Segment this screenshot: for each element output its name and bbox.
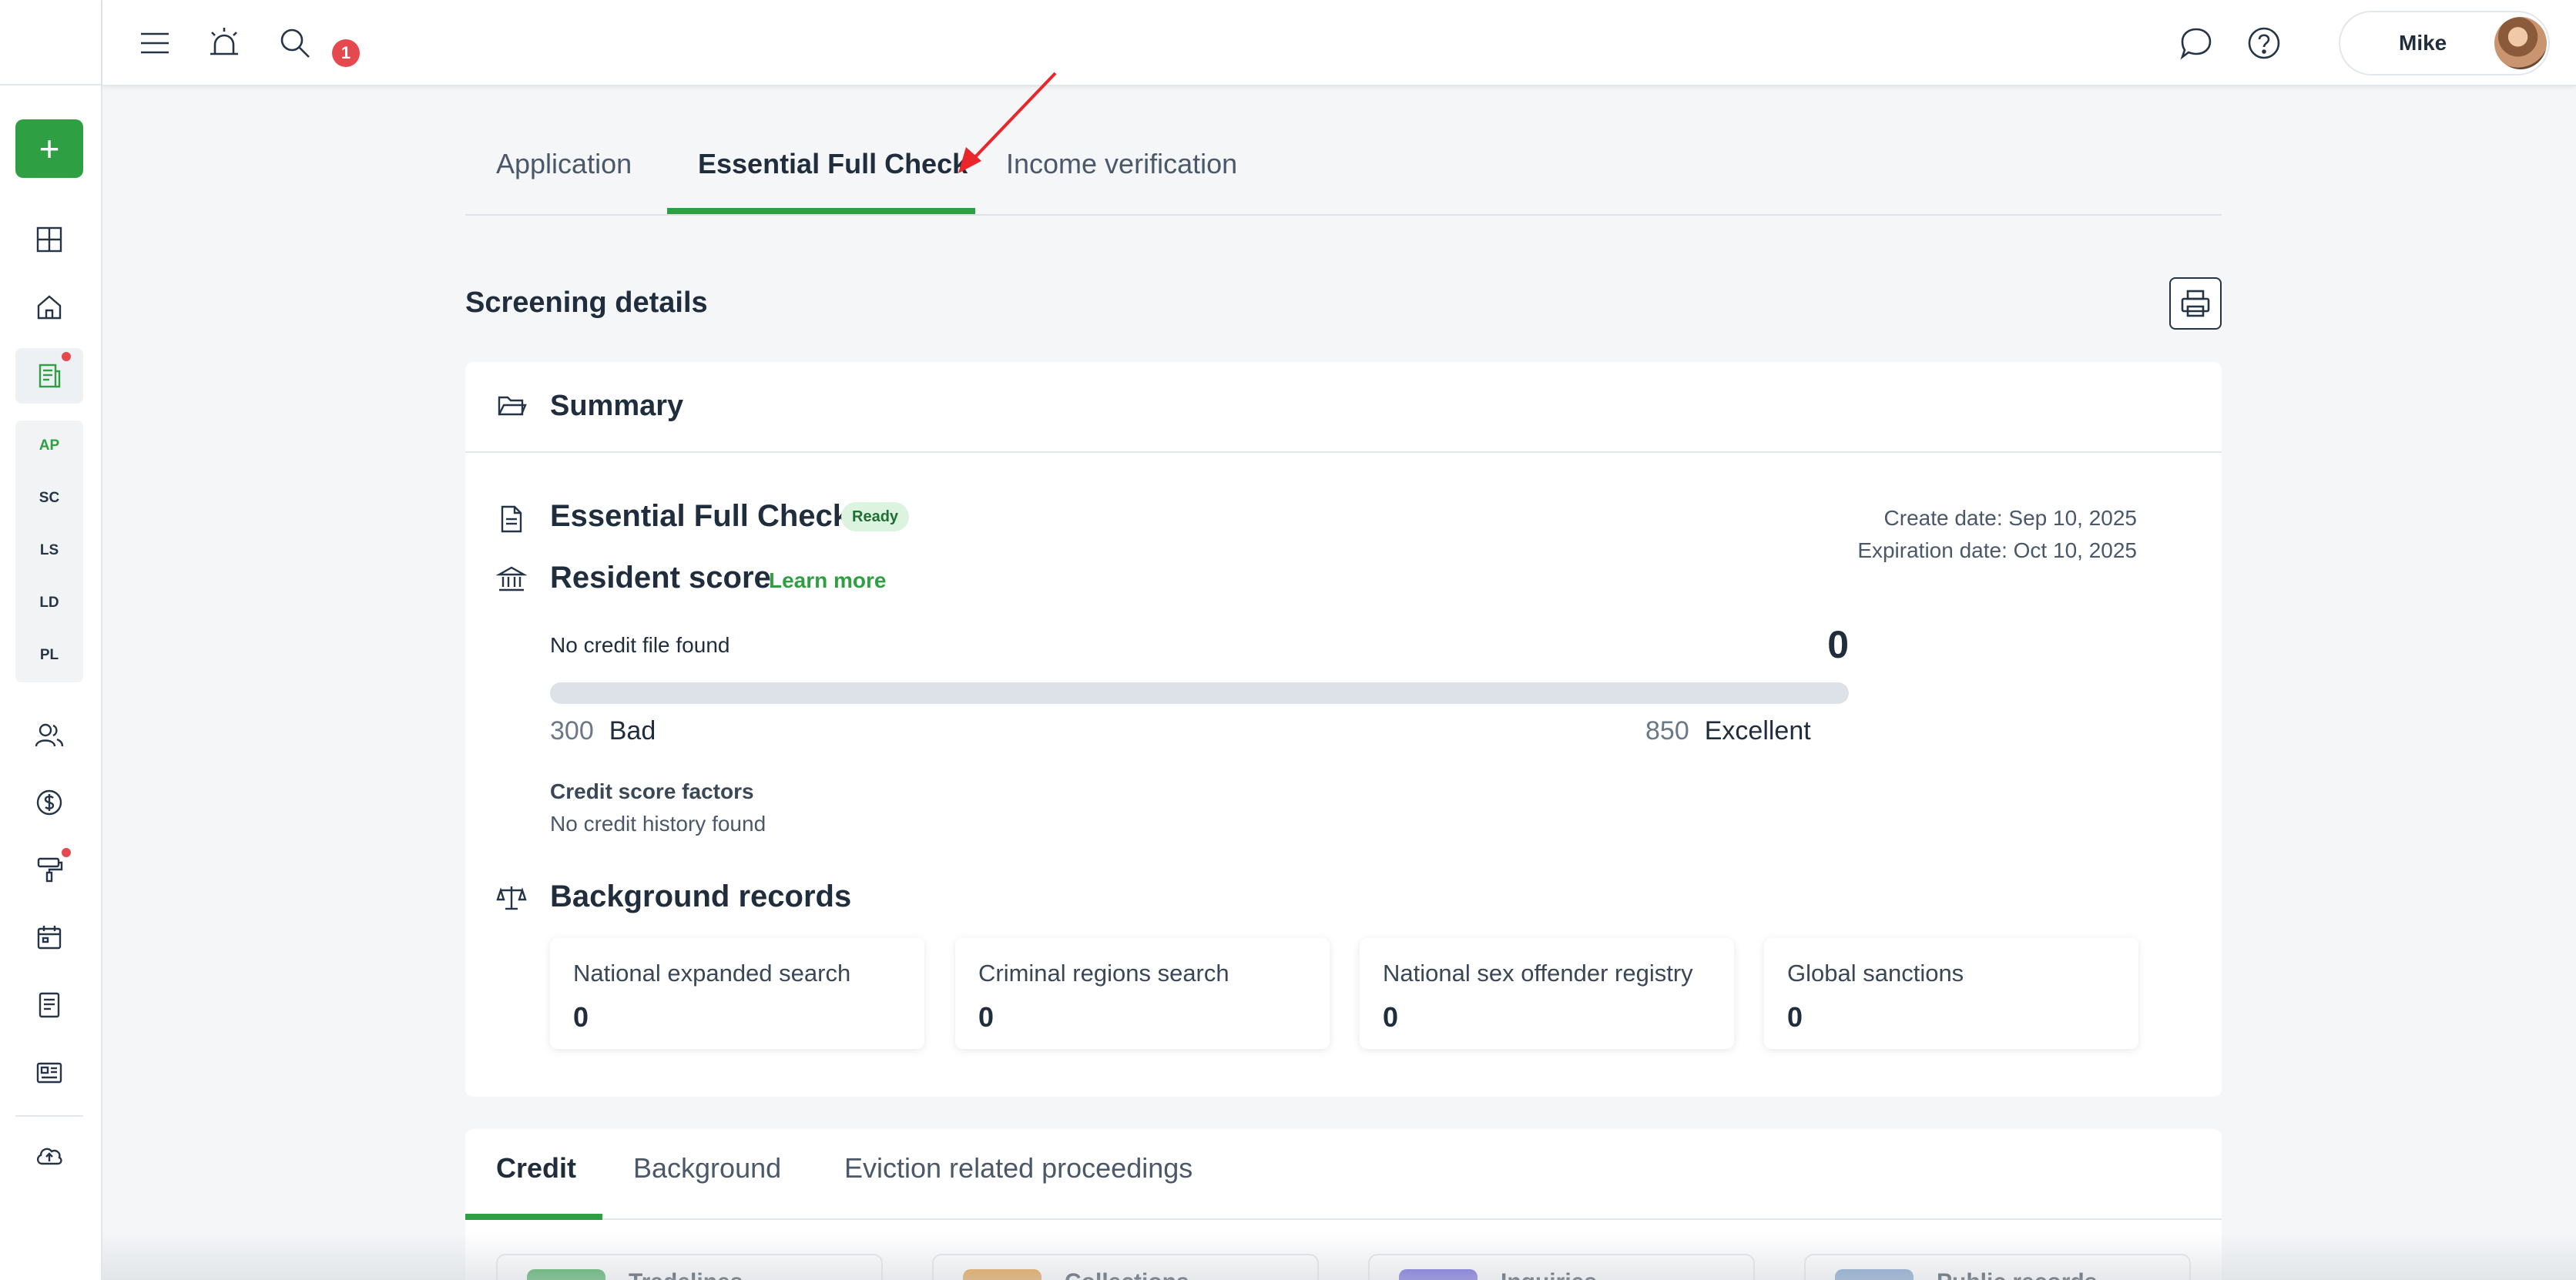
submenu-item-pl[interactable]: PL — [15, 647, 83, 664]
record-label: Criminal regions search — [978, 960, 1229, 987]
credit-category-card[interactable]: Public records — [1804, 1254, 2191, 1280]
create-date: Create date: Sep 10, 2025 — [1883, 506, 2137, 530]
active-report-tab-indicator — [465, 1214, 602, 1220]
check-title: Essential Full Check — [550, 499, 850, 533]
record-card[interactable]: Criminal regions search 0 — [955, 938, 1330, 1049]
category-chip — [963, 1269, 1041, 1280]
scale-max-label: Excellent — [1704, 716, 1811, 746]
dashboard-icon[interactable] — [31, 221, 68, 258]
cloud-upload-icon[interactable] — [31, 1138, 68, 1174]
sidebar-divider — [15, 1115, 83, 1117]
folder-icon — [496, 390, 527, 421]
record-count: 0 — [573, 1001, 589, 1033]
active-tab-indicator — [667, 208, 975, 214]
scale-min-label: Bad — [609, 716, 656, 746]
main-tabs: Application Essential Full Check Income … — [465, 131, 2222, 216]
tab-application[interactable]: Application — [496, 148, 632, 180]
tab-credit[interactable]: Credit — [496, 1152, 576, 1185]
bank-icon — [495, 564, 528, 595]
avatar — [2494, 17, 2547, 69]
tab-background[interactable]: Background — [633, 1152, 781, 1185]
score-value: 0 — [1827, 623, 1849, 666]
applications-icon[interactable] — [15, 348, 83, 404]
listings-icon[interactable] — [31, 1054, 68, 1091]
alarm-icon[interactable] — [203, 22, 246, 65]
expiration-date: Expiration date: Oct 10, 2025 — [1857, 538, 2137, 562]
applications-alert-dot — [62, 352, 71, 361]
scale-min: 300 Bad — [550, 716, 656, 746]
maintenance-icon[interactable] — [31, 851, 68, 888]
status-badge: Ready — [841, 502, 910, 531]
category-label: Inquiries — [1501, 1269, 1597, 1280]
credit-category-card[interactable]: Collections — [932, 1254, 1319, 1280]
payments-icon[interactable] — [31, 784, 68, 821]
record-count: 0 — [1383, 1001, 1399, 1033]
category-label: Collections — [1065, 1269, 1189, 1280]
category-chip — [1399, 1269, 1478, 1280]
top-header: 1 — [102, 0, 2576, 86]
printer-icon — [2181, 290, 2210, 317]
tab-essential-full-check[interactable]: Essential Full Check — [698, 148, 968, 180]
submenu-item-ap[interactable]: AP — [15, 437, 83, 454]
score-bar — [550, 682, 1849, 704]
category-chip — [527, 1269, 605, 1280]
scale-max-value: 850 — [1645, 716, 1689, 746]
user-menu[interactable]: Mike — [2339, 11, 2550, 75]
category-label: Public records — [1937, 1269, 2097, 1280]
record-label: National sex offender registry — [1383, 960, 1693, 987]
submenu-item-sc[interactable]: SC — [15, 490, 83, 507]
background-records-title: Background records — [550, 880, 852, 913]
submenu-item-ld[interactable]: LD — [15, 595, 83, 612]
record-card[interactable]: National expanded search 0 — [550, 938, 924, 1049]
report-tabs: Credit Background Eviction related proce… — [465, 1129, 2222, 1220]
record-label: Global sanctions — [1787, 960, 1964, 987]
record-label: National expanded search — [573, 960, 851, 987]
page-title: Screening details — [465, 286, 708, 319]
sidebar: + AP SC LS LD PL — [0, 0, 102, 1280]
report-dates: Create date: Sep 10, 2025 Expiration dat… — [1857, 502, 2137, 567]
menu-icon[interactable] — [133, 22, 176, 65]
summary-title: Summary — [550, 390, 684, 422]
sidebar-top-divider — [0, 84, 102, 85]
submenu-item-ls[interactable]: LS — [15, 542, 83, 559]
home-icon[interactable] — [31, 289, 68, 326]
applications-submenu: AP SC LS LD PL — [15, 421, 83, 682]
scale-min-value: 300 — [550, 716, 594, 746]
summary-card: Summary Essential Full Check Ready Creat… — [465, 362, 2222, 1097]
annotation-arrow — [958, 72, 1057, 173]
category-chip — [1835, 1269, 1914, 1280]
record-card[interactable]: National sex offender registry 0 — [1360, 938, 1734, 1049]
calendar-icon[interactable] — [31, 919, 68, 956]
credit-category-card[interactable]: Tradelines — [496, 1254, 883, 1280]
scales-icon — [496, 883, 527, 913]
credit-factors-label: Credit score factors — [550, 779, 754, 803]
chat-icon[interactable] — [2175, 22, 2218, 65]
help-icon[interactable] — [2242, 22, 2286, 65]
file-text-icon — [496, 504, 527, 534]
notification-badge: 1 — [332, 39, 360, 67]
user-name: Mike — [2399, 31, 2447, 55]
category-label: Tradelines — [629, 1269, 743, 1280]
resident-score-title: Resident score — [550, 561, 771, 595]
credit-category-card[interactable]: Inquiries — [1368, 1254, 1755, 1280]
record-count: 0 — [1787, 1001, 1803, 1033]
credit-factors-value: No credit history found — [550, 812, 766, 836]
tab-eviction-proceedings[interactable]: Eviction related proceedings — [844, 1152, 1192, 1185]
credit-status: No credit file found — [550, 633, 730, 657]
document-icon[interactable] — [31, 987, 68, 1024]
scale-max: 850 Excellent — [1645, 716, 1811, 746]
report-details-card: Credit Background Eviction related proce… — [465, 1129, 2222, 1280]
learn-more-link[interactable]: Learn more — [769, 568, 887, 593]
record-count: 0 — [978, 1001, 995, 1033]
add-button[interactable]: + — [15, 119, 83, 178]
print-button[interactable] — [2169, 277, 2222, 330]
maintenance-alert-dot — [62, 848, 71, 857]
people-icon[interactable] — [31, 717, 68, 754]
record-card[interactable]: Global sanctions 0 — [1764, 938, 2138, 1049]
search-icon[interactable] — [273, 22, 317, 65]
summary-header: Summary — [465, 362, 2222, 453]
